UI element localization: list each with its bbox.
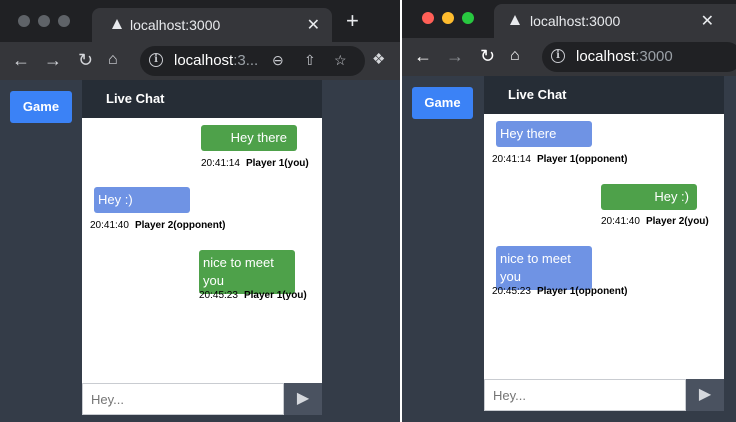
zoom-window-button[interactable] — [462, 12, 474, 24]
close-window-button[interactable] — [422, 12, 434, 24]
message-bubble: Hey there — [201, 125, 297, 151]
reload-icon[interactable]: ↻ — [78, 50, 93, 70]
message-meta: 20:41:40 Player 2(opponent) — [90, 220, 226, 231]
share-icon[interactable]: ⇧ — [304, 52, 316, 69]
game-button[interactable]: Game — [10, 91, 72, 123]
app-content: Game Live Chat Hey there 20:41:14 Player … — [402, 76, 736, 422]
title-bar: localhost:3000 ✕ + — [0, 0, 400, 42]
address-bar[interactable]: i localhost:3... ⊖ ⇧ ☆ — [140, 46, 365, 76]
tab-close-icon[interactable]: ✕ — [701, 11, 714, 31]
message-sender: Player 1(opponent) — [536, 154, 628, 165]
message-sender: Player 2(opponent) — [134, 220, 226, 231]
minimize-window-button[interactable] — [442, 12, 454, 24]
title-bar: localhost:3000 ✕ — [402, 0, 736, 38]
favicon-icon — [112, 19, 122, 29]
message-bubble: Hey :) — [94, 187, 190, 213]
send-icon[interactable]: ▶ — [284, 383, 322, 415]
window-controls — [422, 12, 474, 24]
reload-icon[interactable]: ↻ — [480, 46, 495, 66]
arrow-right-icon[interactable]: → — [446, 46, 464, 66]
browser-toolbar: ← → ↻ ⌂ i localhost:3... ⊖ ⇧ ☆ ❖ — [0, 42, 400, 80]
chat-header: Live Chat — [82, 80, 322, 118]
message-time: 20:41:14 — [492, 154, 531, 165]
message-bubble: Hey :) — [601, 184, 697, 210]
browser-window-player1: localhost:3000 ✕ + ← → ↻ ⌂ i localhost:3… — [0, 0, 400, 422]
chat-input[interactable] — [82, 383, 284, 415]
info-icon[interactable]: i — [551, 49, 565, 63]
favicon-icon — [510, 15, 520, 25]
zoom-out-icon[interactable]: ⊖ — [272, 52, 284, 69]
chat-input[interactable] — [484, 379, 686, 411]
browser-window-player2: localhost:3000 ✕ ← → ↻ ⌂ i localhost:300… — [402, 0, 736, 422]
message-meta: 20:45:23 Player 1(opponent) — [492, 286, 628, 297]
url-port: :3000 — [635, 48, 673, 65]
chat-messages: Hey there 20:41:14 Player 1(you) Hey :) 2… — [82, 118, 322, 383]
arrow-left-icon[interactable]: ← — [12, 50, 30, 70]
game-button[interactable]: Game — [412, 87, 473, 119]
window-controls — [18, 15, 70, 27]
address-bar[interactable]: i localhost:3000 — [542, 42, 736, 72]
tab-close-icon[interactable]: ✕ — [307, 15, 320, 35]
star-icon[interactable]: ☆ — [334, 52, 347, 69]
send-icon[interactable]: ▶ — [686, 379, 724, 411]
url-port: :3... — [233, 52, 259, 69]
message-meta: 20:41:40 Player 2(you) — [601, 216, 709, 227]
chat-header: Live Chat — [484, 76, 724, 114]
message-meta: 20:45:23 Player 1(you) — [199, 290, 307, 301]
message-meta: 20:41:14 Player 1(opponent) — [492, 154, 628, 165]
arrow-left-icon[interactable]: ← — [414, 46, 432, 66]
message-bubble: nice to meet you — [496, 246, 592, 290]
puzzle-icon[interactable]: ❖ — [372, 50, 385, 70]
message-sender: Player 1(you) — [245, 158, 309, 169]
home-icon[interactable]: ⌂ — [108, 50, 118, 70]
message-time: 20:41:40 — [601, 216, 640, 227]
tab-title: localhost:3000 — [130, 17, 221, 33]
message-time: 20:45:23 — [492, 286, 531, 297]
arrow-right-icon[interactable]: → — [44, 50, 62, 70]
message-bubble: Hey there — [496, 121, 592, 147]
message-time: 20:45:23 — [199, 290, 238, 301]
chat-panel: Live Chat Hey there 20:41:14 Player 1(opp… — [484, 76, 724, 412]
browser-tab[interactable]: localhost:3000 ✕ — [92, 8, 332, 42]
zoom-window-button[interactable] — [58, 15, 70, 27]
url-text: localhost:3... — [174, 52, 258, 69]
browser-toolbar: ← → ↻ ⌂ i localhost:3000 — [402, 38, 736, 76]
message-bubble: nice to meet you — [199, 250, 295, 294]
minimize-window-button[interactable] — [38, 15, 50, 27]
home-icon[interactable]: ⌂ — [510, 46, 520, 66]
browser-tab[interactable]: localhost:3000 ✕ — [494, 4, 736, 38]
url-host: localhost — [576, 48, 636, 65]
chat-panel: Live Chat Hey there 20:41:14 Player 1(you… — [82, 80, 322, 416]
message-time: 20:41:40 — [90, 220, 129, 231]
url-text: localhost:3000 — [576, 48, 673, 65]
message-sender: Player 1(opponent) — [536, 286, 628, 297]
tab-title: localhost:3000 — [530, 13, 621, 29]
message-meta: 20:41:14 Player 1(you) — [201, 158, 309, 169]
message-sender: Player 2(you) — [645, 216, 709, 227]
info-icon[interactable]: i — [149, 53, 163, 67]
url-host: localhost — [174, 52, 234, 69]
message-time: 20:41:14 — [201, 158, 240, 169]
new-tab-button[interactable]: + — [346, 10, 359, 32]
chat-messages: Hey there 20:41:14 Player 1(opponent) Hey… — [484, 114, 724, 379]
message-sender: Player 1(you) — [243, 290, 307, 301]
app-content: Game Live Chat Hey there 20:41:14 Player … — [0, 80, 400, 422]
close-window-button[interactable] — [18, 15, 30, 27]
